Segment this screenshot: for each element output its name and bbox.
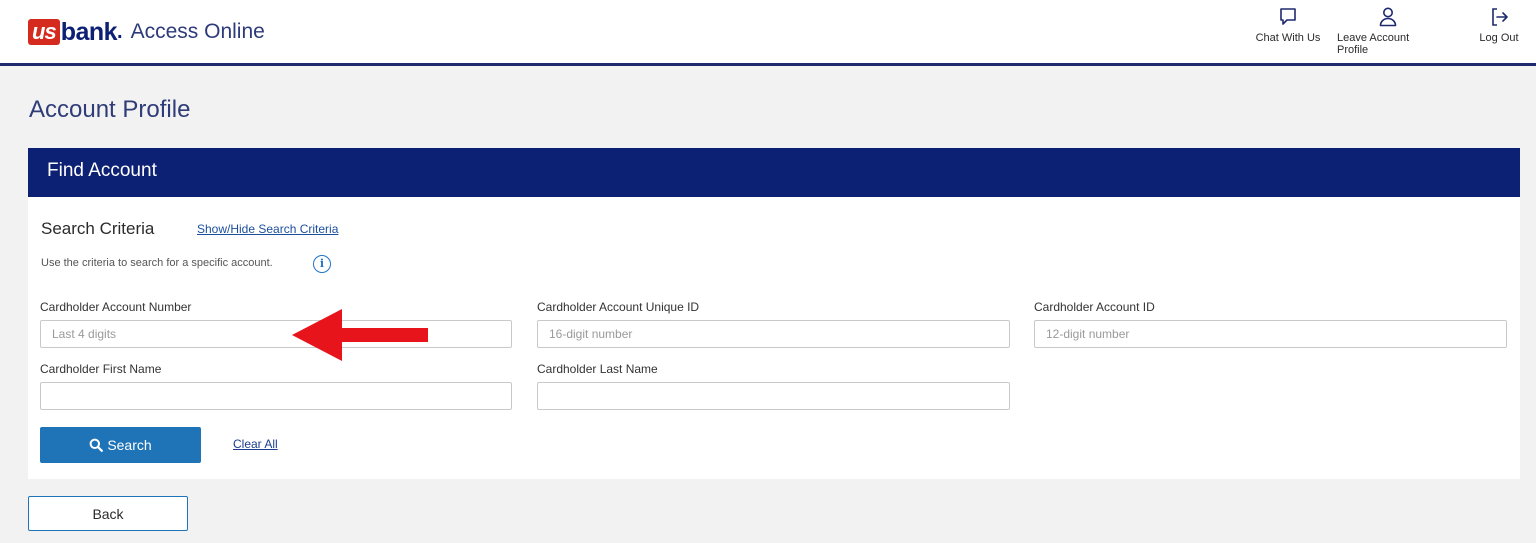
search-button-label: Search [107, 437, 152, 453]
info-icon[interactable]: i [313, 255, 331, 273]
usbank-logo[interactable]: us bank . Access Online [28, 18, 265, 46]
log-out-button[interactable]: Log Out [1471, 6, 1527, 44]
account-number-label: Cardholder Account Number [40, 300, 192, 314]
show-hide-criteria-link[interactable]: Show/Hide Search Criteria [197, 222, 338, 236]
logo-us-mark: us [28, 19, 60, 45]
unique-id-input[interactable] [537, 320, 1010, 348]
product-name: Access Online [130, 20, 265, 43]
logo-bank-wordmark: bank [60, 17, 118, 46]
search-criteria-hint: Use the criteria to search for a specifi… [41, 257, 273, 269]
chat-with-us-button[interactable]: Chat With Us [1250, 6, 1326, 44]
find-account-panel: Find Account Search Criteria Show/Hide S… [28, 148, 1520, 479]
search-criteria-title: Search Criteria [41, 219, 155, 238]
red-arrow-icon [292, 309, 428, 361]
last-name-input[interactable] [537, 382, 1010, 410]
account-id-input[interactable] [1034, 320, 1507, 348]
top-bar: us bank . Access Online Chat With Us Lea… [0, 0, 1536, 66]
logout-icon [1492, 8, 1508, 26]
leave-account-profile-label: Leave Account Profile [1337, 32, 1410, 56]
chat-with-us-label: Chat With Us [1255, 32, 1321, 44]
log-out-label: Log Out [1479, 32, 1519, 44]
account-id-label: Cardholder Account ID [1034, 300, 1155, 314]
logo-dot: . [117, 20, 123, 43]
page-title: Account Profile [29, 96, 191, 123]
person-icon [1379, 7, 1397, 27]
back-button[interactable]: Back [28, 496, 188, 531]
search-button[interactable]: Search [40, 427, 201, 463]
leave-account-profile-button[interactable]: Leave Account Profile [1337, 6, 1439, 56]
clear-all-link[interactable]: Clear All [233, 437, 278, 451]
account-number-input[interactable] [40, 320, 512, 348]
unique-id-label: Cardholder Account Unique ID [537, 300, 700, 314]
chat-bubble-icon [1280, 8, 1296, 25]
first-name-label: Cardholder First Name [40, 362, 162, 376]
first-name-input[interactable] [40, 382, 512, 410]
find-account-header: Find Account [28, 148, 1520, 197]
last-name-label: Cardholder Last Name [537, 362, 658, 376]
magnifier-icon [89, 438, 104, 452]
